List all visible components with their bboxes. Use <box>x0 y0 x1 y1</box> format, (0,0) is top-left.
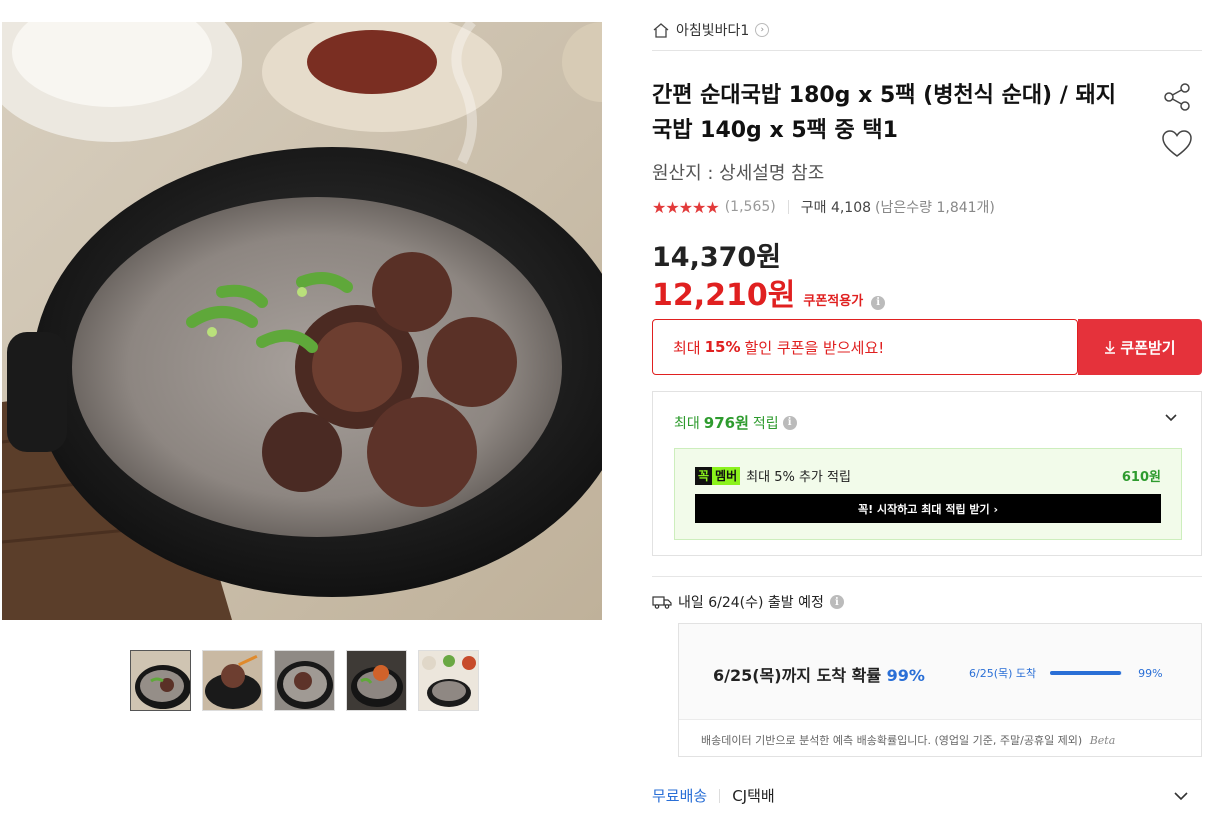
points-suffix: 적립 <box>752 415 779 432</box>
member-logo-b: 멤버 <box>712 466 741 485</box>
thumbnail-strip <box>130 650 479 711</box>
member-amount: 610원 <box>1121 470 1161 485</box>
chevron-right-icon: › <box>755 23 770 37</box>
product-title: 간편 순대국밥 180g x 5팩 (병천식 순대) / 돼지국밥 140g x… <box>652 83 1116 143</box>
shop-link[interactable]: 아침빛바다1 › <box>652 20 770 40</box>
points-panel: 최대 976원 적립 i 꼭 멤버 최대 5% 추가 적립 610원 꼭! 시작하… <box>652 391 1202 556</box>
arrival-top: 6/25(목)까지 도착 확률 99% 6/25(목) 도착 99% <box>679 624 1201 720</box>
member-logo-a: 꼭 <box>695 466 713 485</box>
member-text: 최대 5% 추가 적립 <box>746 470 851 485</box>
sale-price-row: 12,210원 쿠폰적용가 i <box>652 270 886 314</box>
divider <box>719 788 721 803</box>
origin-text: 원산지 : 상세설명 참조 <box>652 163 825 184</box>
thumbnail-4[interactable] <box>346 650 407 711</box>
member-logo: 꼭 멤버 <box>695 466 741 485</box>
divider <box>652 576 1202 577</box>
chevron-down-icon[interactable] <box>1163 410 1179 426</box>
coupon-prefix: 최대 <box>673 338 701 357</box>
share-icon[interactable] <box>1160 80 1194 114</box>
arrival-text: 6/25(목)까지 도착 확률 99% <box>713 662 925 686</box>
divider <box>787 200 789 214</box>
bar-label: 6/25(목) 도착 <box>969 667 1037 680</box>
free-shipping-label: 무료배송 <box>652 787 708 805</box>
points-amount: 976원 <box>703 414 749 432</box>
progress-fill <box>1050 671 1122 675</box>
heart-icon[interactable] <box>1160 128 1194 160</box>
get-coupon-label: 쿠폰받기 <box>1120 338 1176 357</box>
thumbnail-5[interactable] <box>418 650 479 711</box>
info-icon[interactable]: i <box>782 415 797 430</box>
chevron-down-icon[interactable] <box>1172 787 1190 805</box>
purchase-count: 구매 4,108 <box>800 200 872 216</box>
coupon-applied-label: 쿠폰적용가 <box>803 294 864 309</box>
points-summary: 최대 976원 적립 i <box>674 412 797 433</box>
thumbnail-1[interactable] <box>130 650 191 711</box>
review-count-link[interactable]: (1,565) <box>725 199 776 215</box>
departure-text: 내일 6/24(수) 출발 예정 <box>678 595 824 611</box>
bar-value: 99% <box>1138 666 1163 680</box>
sale-price: 12,210원 <box>652 278 796 313</box>
beta-label: Beta <box>1089 734 1116 747</box>
member-start-button[interactable]: 꼭! 시작하고 최대 적립 받기 › <box>695 494 1161 523</box>
arrival-probability-box: 6/25(목)까지 도착 확률 99% 6/25(목) 도착 99% 배송데이터… <box>678 623 1202 757</box>
coupon-suffix: 할인 쿠폰을 받으세요! <box>744 338 885 357</box>
remaining-stock: (남은수량 1,841개) <box>875 200 995 216</box>
download-arrow-icon <box>1105 341 1116 354</box>
get-coupon-button[interactable]: 쿠폰받기 <box>1078 319 1202 375</box>
thumbnail-3[interactable] <box>274 650 335 711</box>
original-price: 14,370원 <box>652 242 782 273</box>
arrival-pct: 99% <box>886 666 925 685</box>
thumbnail-2[interactable] <box>202 650 263 711</box>
main-product-image <box>2 22 602 620</box>
info-icon[interactable]: i <box>871 295 886 310</box>
courier-label: CJ택배 <box>732 787 775 805</box>
arrival-prefix: 6/25(목)까지 도착 확률 <box>713 666 882 685</box>
delivery-row: 무료배송 CJ택배 <box>652 785 1202 806</box>
star-rating-icon: ★★★★★ <box>652 197 720 217</box>
departure-row: 내일 6/24(수) 출발 예정 i <box>652 592 844 612</box>
points-prefix: 최대 <box>674 415 700 432</box>
progress-track <box>1050 671 1123 675</box>
arrival-note-text: 배송데이터 기반으로 분석한 예측 배송확률입니다. (영업일 기준, 주말/공… <box>701 734 1083 747</box>
arrival-note: 배송데이터 기반으로 분석한 예측 배송확률입니다. (영업일 기준, 주말/공… <box>701 732 1115 748</box>
arrival-bar: 6/25(목) 도착 99% <box>969 665 1163 681</box>
coupon-banner: 최대 15% 할인 쿠폰을 받으세요! <box>652 319 1078 375</box>
truck-icon <box>652 596 672 609</box>
member-benefit-box: 꼭 멤버 최대 5% 추가 적립 610원 꼭! 시작하고 최대 적립 받기 › <box>674 448 1182 540</box>
divider <box>652 50 1202 51</box>
home-icon <box>653 23 669 38</box>
coupon-percent: 15% <box>704 338 741 356</box>
info-icon[interactable]: i <box>829 595 844 609</box>
rating-row: ★★★★★ (1,565) 구매 4,108 (남은수량 1,841개) <box>652 197 995 217</box>
shop-name: 아침빛바다1 <box>676 23 750 39</box>
member-row: 꼭 멤버 최대 5% 추가 적립 610원 <box>695 466 1161 485</box>
